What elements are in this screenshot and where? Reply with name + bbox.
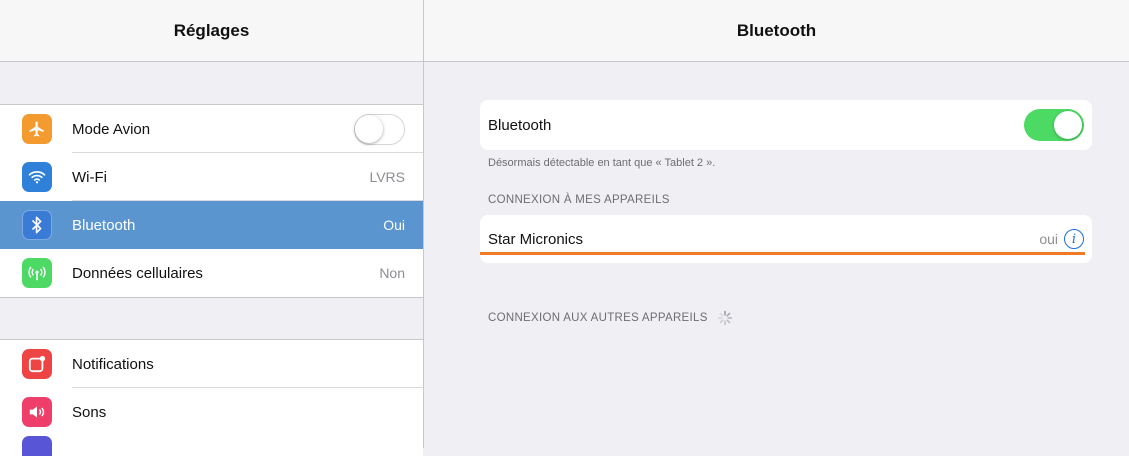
my-devices-header: CONNEXION À MES APPAREILS	[488, 194, 670, 206]
sidebar-item-wifi[interactable]: Wi-Fi LVRS	[0, 153, 423, 201]
sidebar-item-partial[interactable]	[0, 436, 423, 456]
bluetooth-toggle-row[interactable]: Bluetooth	[480, 100, 1092, 150]
cellular-icon	[22, 258, 52, 288]
toggle-knob	[355, 114, 383, 143]
airplane-icon	[22, 114, 52, 144]
bluetooth-detail-pane: Bluetooth Bluetooth Désormais détectable…	[424, 0, 1129, 448]
sidebar-item-label: Données cellulaires	[72, 264, 203, 282]
other-devices-label: CONNEXION AUX AUTRES APPAREILS	[488, 312, 708, 325]
partial-icon	[22, 436, 52, 456]
sidebar-title: Réglages	[0, 0, 423, 62]
sidebar-item-label: Sons	[72, 403, 107, 421]
bluetooth-status-value: Oui	[383, 217, 405, 233]
bluetooth-toggle-label: Bluetooth	[488, 116, 552, 134]
sidebar-item-label: Bluetooth	[72, 216, 136, 234]
sidebar-item-cellular-data[interactable]: Données cellulaires Non	[0, 249, 423, 297]
wifi-network-value: LVRS	[369, 169, 405, 185]
sidebar-item-sounds[interactable]: Sons	[0, 388, 423, 436]
device-name: Star Micronics	[488, 230, 584, 248]
sidebar-item-label: Mode Avion	[72, 120, 151, 138]
bluetooth-toggle[interactable]	[1024, 109, 1084, 141]
highlight-underline	[480, 252, 1085, 255]
sidebar-item-label: Wi-Fi	[72, 168, 107, 186]
cellular-status-value: Non	[379, 265, 405, 281]
sidebar-item-label: Notifications	[72, 355, 154, 373]
loading-spinner-icon	[717, 310, 733, 326]
detail-title: Bluetooth	[424, 0, 1129, 62]
notifications-icon	[22, 349, 52, 379]
settings-sidebar: Réglages Mode Avion Wi-Fi LVRS Bluetooth…	[0, 0, 424, 456]
sidebar-group-connectivity: Mode Avion Wi-Fi LVRS Bluetooth Oui Donn…	[0, 104, 423, 298]
toggle-knob	[1054, 111, 1082, 139]
sidebar-item-airplane-mode[interactable]: Mode Avion	[0, 105, 423, 153]
settings-window: Réglages Mode Avion Wi-Fi LVRS Bluetooth…	[0, 0, 1129, 456]
discoverable-caption: Désormais détectable en tant que « Table…	[488, 157, 716, 169]
info-icon[interactable]: i	[1064, 229, 1084, 249]
airplane-mode-toggle[interactable]	[354, 113, 405, 145]
device-row-star-micronics[interactable]: Star Micronics oui i	[480, 215, 1092, 263]
bluetooth-icon	[22, 210, 52, 240]
device-connection-status: oui	[1039, 231, 1058, 247]
speaker-icon	[22, 397, 52, 427]
wifi-icon	[22, 162, 52, 192]
other-devices-header: CONNEXION AUX AUTRES APPAREILS	[488, 310, 733, 326]
sidebar-item-bluetooth[interactable]: Bluetooth Oui	[0, 201, 423, 249]
sidebar-group-alerts: Notifications Sons	[0, 339, 423, 456]
sidebar-item-notifications[interactable]: Notifications	[0, 340, 423, 388]
